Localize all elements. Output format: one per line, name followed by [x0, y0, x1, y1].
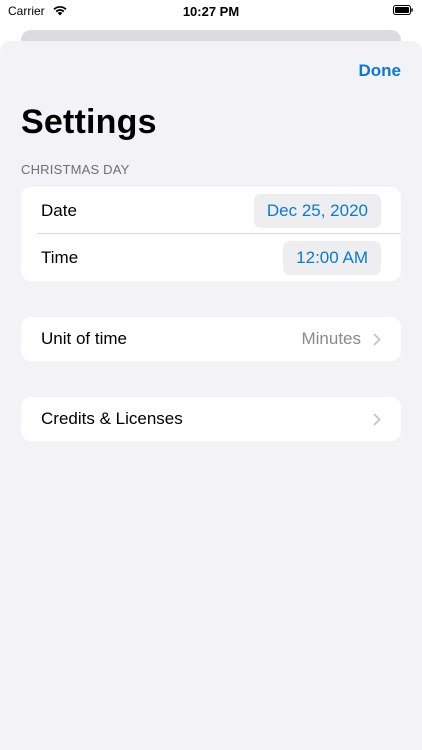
unit-of-time-value: Minutes: [301, 329, 361, 348]
unit-of-time-label: Unit of time: [41, 329, 127, 348]
time-row: Time 12:00 AM: [21, 234, 401, 281]
date-label: Date: [41, 200, 77, 220]
status-bar: Carrier 10:27 PM: [0, 0, 422, 24]
credits-group: Credits & Licenses: [21, 397, 401, 441]
date-picker-button[interactable]: Dec 25, 2020: [253, 193, 381, 228]
chevron-right-icon: [373, 413, 381, 425]
screen: Carrier 10:27 PM Done Settings CHRISTMAS…: [0, 0, 422, 750]
time-picker-button[interactable]: 12:00 AM: [283, 240, 381, 275]
battery-icon: [393, 5, 413, 15]
event-settings-group: Date Dec 25, 2020 Time 12:00 AM: [21, 187, 401, 281]
credits-licenses-label: Credits & Licenses: [41, 409, 183, 428]
settings-sheet: Done Settings CHRISTMAS DAY Date Dec 25,…: [0, 41, 422, 750]
time-label: Time: [41, 247, 79, 267]
status-time: 10:27 PM: [182, 4, 240, 19]
credits-licenses-row[interactable]: Credits & Licenses: [21, 397, 401, 441]
done-button[interactable]: Done: [359, 61, 402, 81]
date-row: Date Dec 25, 2020: [21, 187, 401, 234]
section-header-event: CHRISTMAS DAY: [21, 162, 130, 177]
chevron-right-icon: [373, 333, 381, 345]
unit-of-time-row[interactable]: Unit of time Minutes: [21, 317, 401, 361]
page-title: Settings: [21, 103, 157, 141]
unit-of-time-group: Unit of time Minutes: [21, 317, 401, 361]
